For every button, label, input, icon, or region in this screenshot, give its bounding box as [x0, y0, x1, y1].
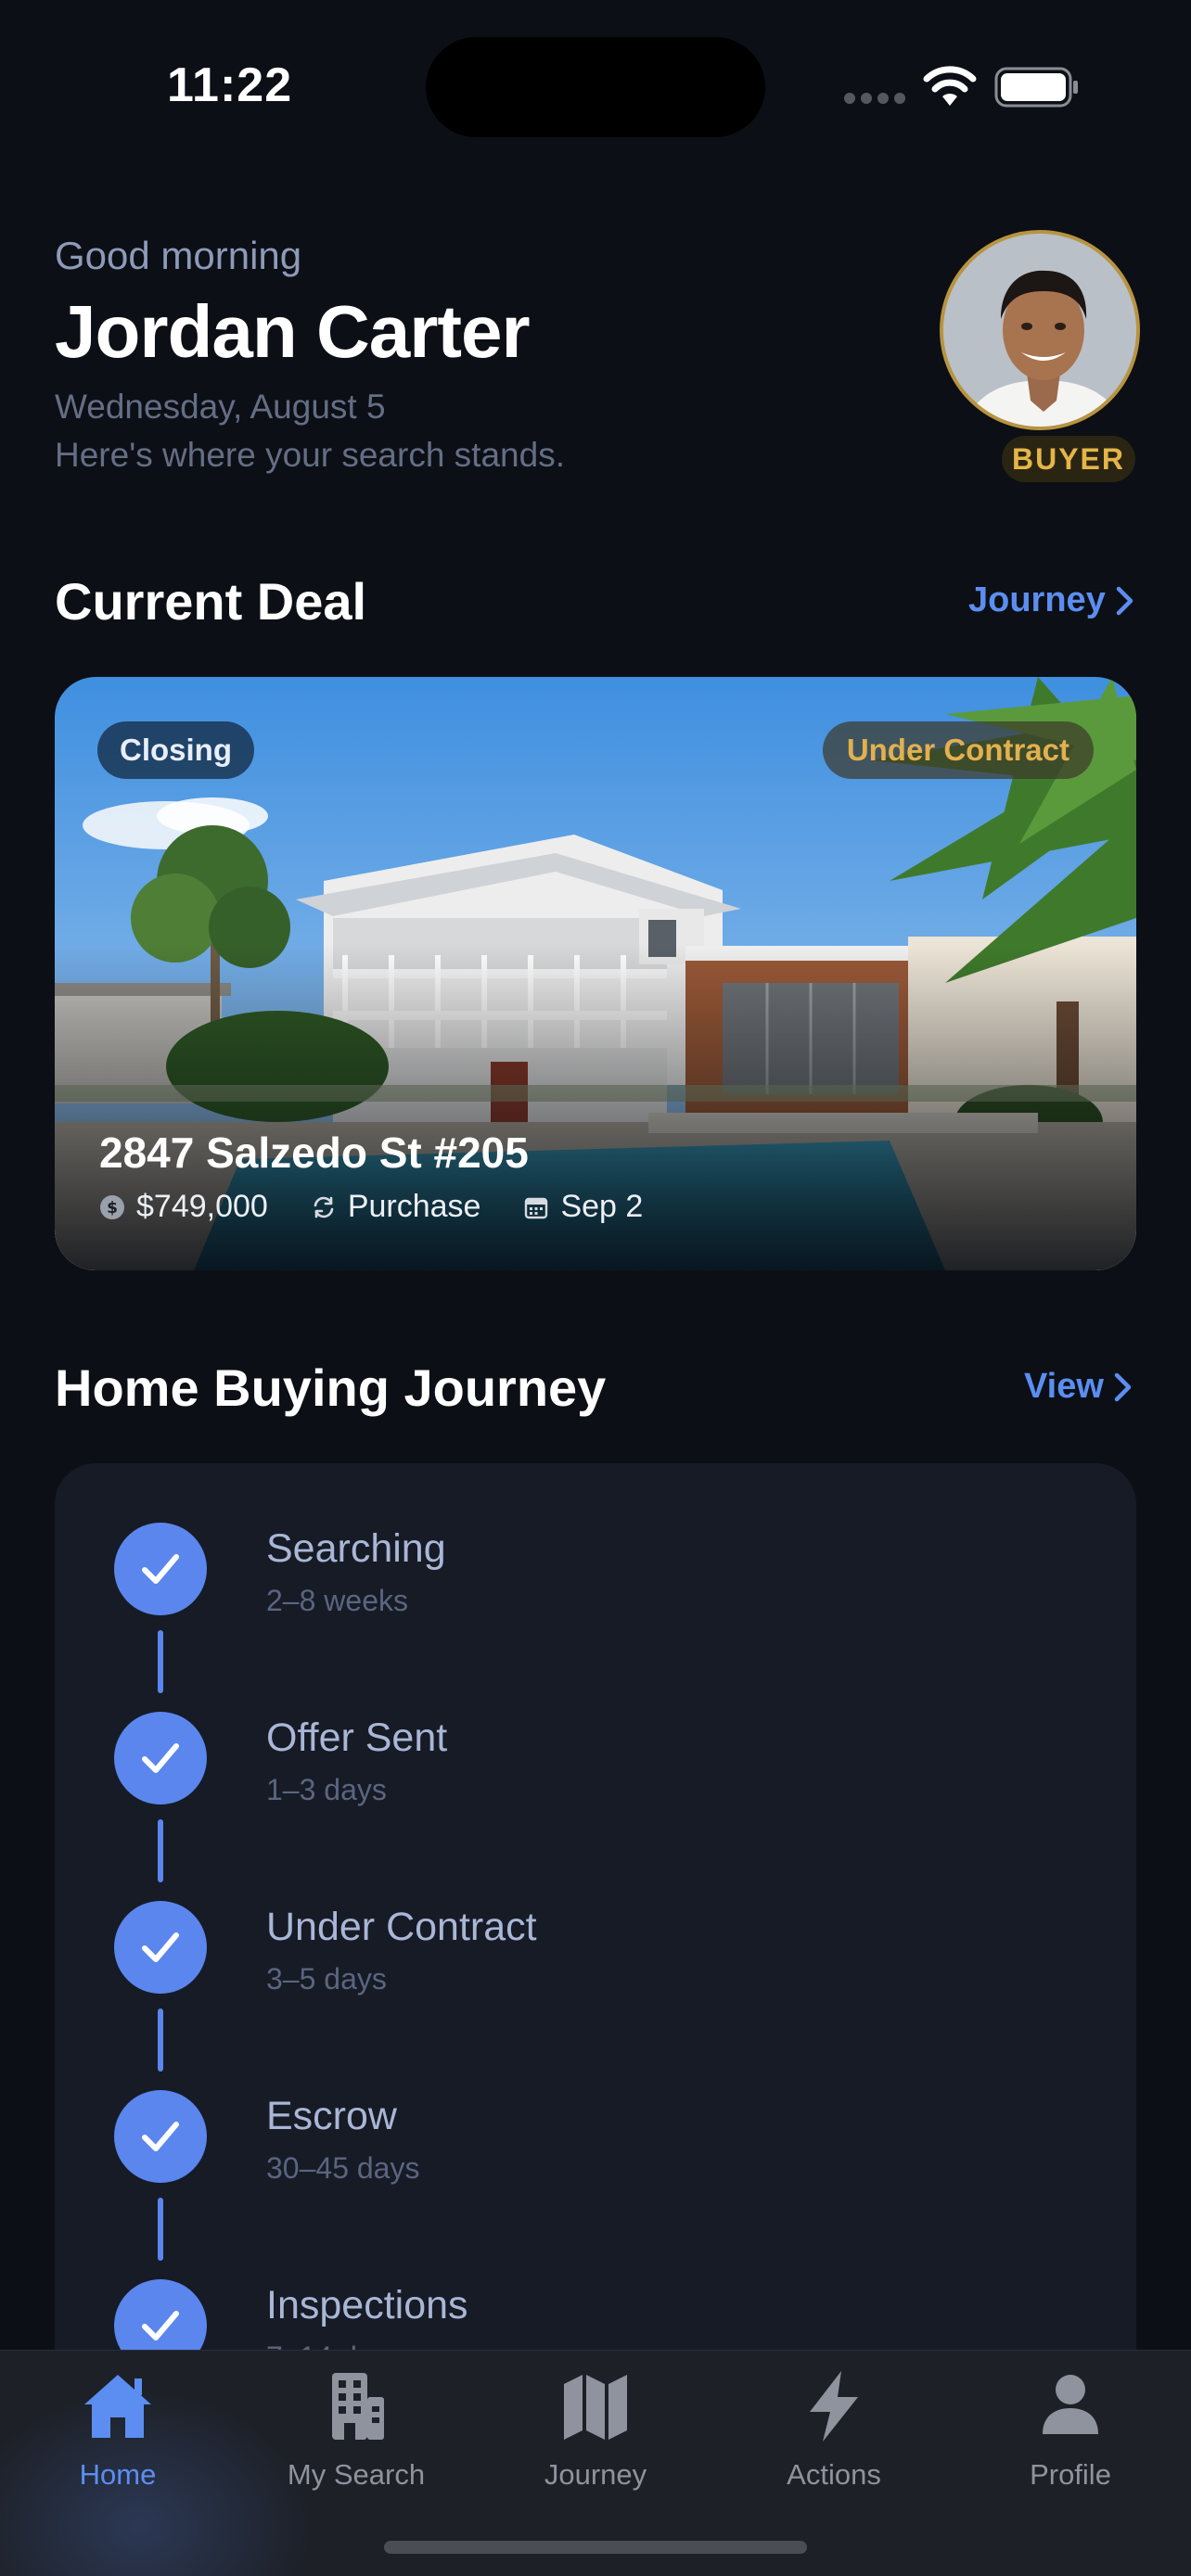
deal-price: $ $749,000 — [99, 1189, 268, 1225]
current-date: Wednesday, August 5 — [55, 388, 386, 426]
tab-journey[interactable]: Journey — [493, 2369, 698, 2492]
deal-date-value: Sep 2 — [560, 1189, 644, 1224]
home-screen: 11:22 Good morning Jordan Carter Wednesd… — [0, 0, 1191, 2576]
dollar-circle-icon: $ — [100, 1194, 124, 1219]
journey-section-title: Home Buying Journey — [55, 1358, 607, 1417]
step-connector — [158, 1819, 163, 1882]
deal-price-value: $749,000 — [136, 1189, 268, 1224]
dynamic-island — [426, 37, 765, 137]
greeting-text: Good morning — [55, 234, 302, 277]
tab-actions[interactable]: Actions — [732, 2369, 936, 2492]
step-check-icon — [114, 1901, 207, 1994]
step-check-icon — [114, 1712, 207, 1804]
person-icon — [1043, 2375, 1098, 2434]
tab-label: Actions — [787, 2458, 881, 2491]
view-link-label: View — [1024, 1367, 1104, 1406]
calendar-icon — [525, 1197, 548, 1218]
header-subtitle: Here's where your search stands. — [55, 436, 565, 474]
journey-link-label: Journey — [968, 580, 1106, 619]
tab-label: Home — [79, 2458, 157, 2491]
stage-pill: Closing — [97, 721, 254, 779]
journey-step[interactable]: Under Contract 3–5 days — [55, 1901, 1136, 2012]
tab-label: Journey — [544, 2458, 647, 2491]
current-deal-title: Current Deal — [55, 572, 367, 631]
journey-step[interactable]: Escrow 30–45 days — [55, 2090, 1136, 2201]
step-check-icon — [114, 1523, 207, 1615]
deal-address: 2847 Salzedo St #205 — [99, 1129, 529, 1177]
avatar-photo — [943, 234, 1136, 427]
tab-profile[interactable]: Profile — [968, 2369, 1172, 2492]
step-name: Inspections — [266, 2283, 468, 2327]
step-duration: 3–5 days — [266, 1962, 387, 1996]
tab-label: My Search — [287, 2458, 426, 2491]
deal-meta: $ $749,000 Purchase Sep 2 — [99, 1189, 643, 1225]
status-pill: Under Contract — [822, 721, 1094, 779]
tab-my-search[interactable]: My Search — [254, 2369, 458, 2492]
battery-icon — [994, 67, 1078, 108]
journey-step[interactable]: Searching 2–8 weeks — [55, 1523, 1136, 1634]
journey-link[interactable]: Journey — [968, 580, 1135, 620]
step-connector — [158, 1630, 163, 1693]
step-name: Under Contract — [266, 1905, 537, 1949]
step-name: Escrow — [266, 2094, 397, 2138]
step-name: Searching — [266, 1526, 446, 1571]
chevron-right-icon — [1116, 586, 1133, 615]
building-icon — [332, 2373, 384, 2440]
step-duration: 30–45 days — [266, 2151, 420, 2185]
role-badge: BUYER — [1002, 436, 1135, 482]
step-duration: 1–3 days — [266, 1773, 387, 1806]
step-name: Offer Sent — [266, 1715, 448, 1760]
step-check-icon — [114, 2090, 207, 2183]
step-connector — [158, 2198, 163, 2261]
status-time: 11:22 — [167, 58, 293, 112]
home-indicator[interactable] — [384, 2541, 807, 2554]
step-duration: 2–8 weeks — [266, 1584, 408, 1617]
avatar[interactable] — [940, 230, 1140, 430]
journey-step[interactable]: Offer Sent 1–3 days — [55, 1712, 1136, 1823]
deal-date: Sep 2 — [523, 1189, 643, 1225]
cellular-signal-icon — [844, 93, 905, 104]
tab-home[interactable]: Home — [16, 2369, 220, 2492]
deal-type: Purchase — [311, 1189, 481, 1225]
user-name: Jordan Carter — [55, 290, 531, 373]
step-connector — [158, 2009, 163, 2072]
wifi-icon — [923, 66, 977, 106]
deal-type-value: Purchase — [347, 1189, 481, 1224]
chevron-right-icon — [1114, 1372, 1132, 1401]
tab-label: Profile — [1030, 2458, 1111, 2491]
current-deal-card[interactable]: Closing Under Contract 2847 Salzedo St #… — [55, 677, 1136, 1270]
bolt-icon — [810, 2371, 858, 2442]
view-journey-link[interactable]: View — [1024, 1367, 1133, 1407]
cycle-arrows-icon — [314, 1196, 334, 1218]
map-icon — [564, 2375, 627, 2440]
svg-text:$: $ — [107, 1199, 118, 1218]
house-icon — [84, 2375, 151, 2438]
